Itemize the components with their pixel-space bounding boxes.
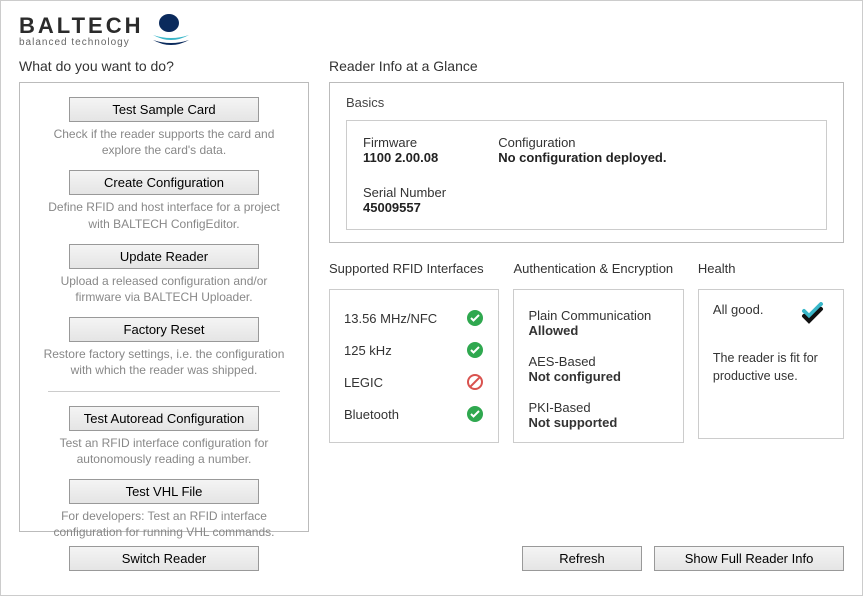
health-detail: The reader is fit for productive use. — [713, 350, 829, 385]
rfid-row: LEGIC — [344, 373, 484, 391]
health-title: Health — [698, 261, 844, 279]
auth-name: PKI-Based — [528, 400, 668, 415]
factory-reset-button[interactable]: Factory Reset — [69, 317, 259, 342]
health-status: All good. — [713, 302, 764, 317]
create-configuration-button[interactable]: Create Configuration — [69, 170, 259, 195]
divider — [48, 391, 280, 392]
rfid-row: 125 kHz — [344, 341, 484, 359]
test-sample-card-button[interactable]: Test Sample Card — [69, 97, 259, 122]
show-full-reader-info-button[interactable]: Show Full Reader Info — [654, 546, 844, 571]
right-heading: Reader Info at a Glance — [329, 58, 844, 74]
forbidden-icon — [466, 373, 484, 391]
rfid-name: 125 kHz — [344, 343, 392, 358]
rfid-name: LEGIC — [344, 375, 383, 390]
auth-name: Plain Communication — [528, 308, 668, 323]
logo-brand: BALTECH — [19, 13, 143, 39]
serial-label: Serial Number — [363, 185, 810, 200]
auth-title: Authentication & Encryption — [513, 261, 683, 279]
configuration-value: No configuration deployed. — [498, 150, 666, 165]
basics-title: Basics — [346, 95, 827, 110]
test-sample-card-desc: Check if the reader supports the card an… — [38, 126, 290, 158]
switch-reader-button[interactable]: Switch Reader — [69, 546, 259, 571]
health-card: All good. The reader is fit for producti… — [698, 289, 844, 439]
basics-panel: Basics Firmware 1100 2.00.08 Configurati… — [329, 82, 844, 243]
logo-tagline: balanced technology — [19, 37, 143, 48]
auth-name: AES-Based — [528, 354, 668, 369]
factory-reset-desc: Restore factory settings, i.e. the confi… — [38, 346, 290, 378]
rfid-card: 13.56 MHz/NFC 125 kHz LEGIC — [329, 289, 499, 443]
logo-mark-icon — [151, 13, 191, 43]
test-autoread-desc: Test an RFID interface configuration for… — [38, 435, 290, 467]
update-reader-desc: Upload a released configuration and/or f… — [38, 273, 290, 305]
auth-value: Not configured — [528, 369, 668, 384]
check-icon — [466, 309, 484, 327]
rfid-row: Bluetooth — [344, 405, 484, 423]
firmware-label: Firmware — [363, 135, 438, 150]
rfid-row: 13.56 MHz/NFC — [344, 309, 484, 327]
auth-card: Plain Communication Allowed AES-Based No… — [513, 289, 683, 443]
serial-value: 45009557 — [363, 200, 810, 215]
rfid-title: Supported RFID Interfaces — [329, 261, 499, 279]
create-configuration-desc: Define RFID and host interface for a pro… — [38, 199, 290, 231]
test-autoread-button[interactable]: Test Autoread Configuration — [69, 406, 259, 431]
configuration-label: Configuration — [498, 135, 666, 150]
double-check-icon — [801, 302, 829, 324]
check-icon — [466, 341, 484, 359]
auth-value: Allowed — [528, 323, 668, 338]
left-heading: What do you want to do? — [19, 58, 309, 74]
refresh-button[interactable]: Refresh — [522, 546, 642, 571]
rfid-name: Bluetooth — [344, 407, 399, 422]
auth-value: Not supported — [528, 415, 668, 430]
logo: BALTECH balanced technology — [19, 13, 844, 48]
update-reader-button[interactable]: Update Reader — [69, 244, 259, 269]
rfid-name: 13.56 MHz/NFC — [344, 311, 437, 326]
firmware-value: 1100 2.00.08 — [363, 150, 438, 165]
actions-panel: Test Sample Card Check if the reader sup… — [19, 82, 309, 532]
test-vhl-desc: For developers: Test an RFID interface c… — [38, 508, 290, 540]
test-vhl-button[interactable]: Test VHL File — [69, 479, 259, 504]
check-icon — [466, 405, 484, 423]
